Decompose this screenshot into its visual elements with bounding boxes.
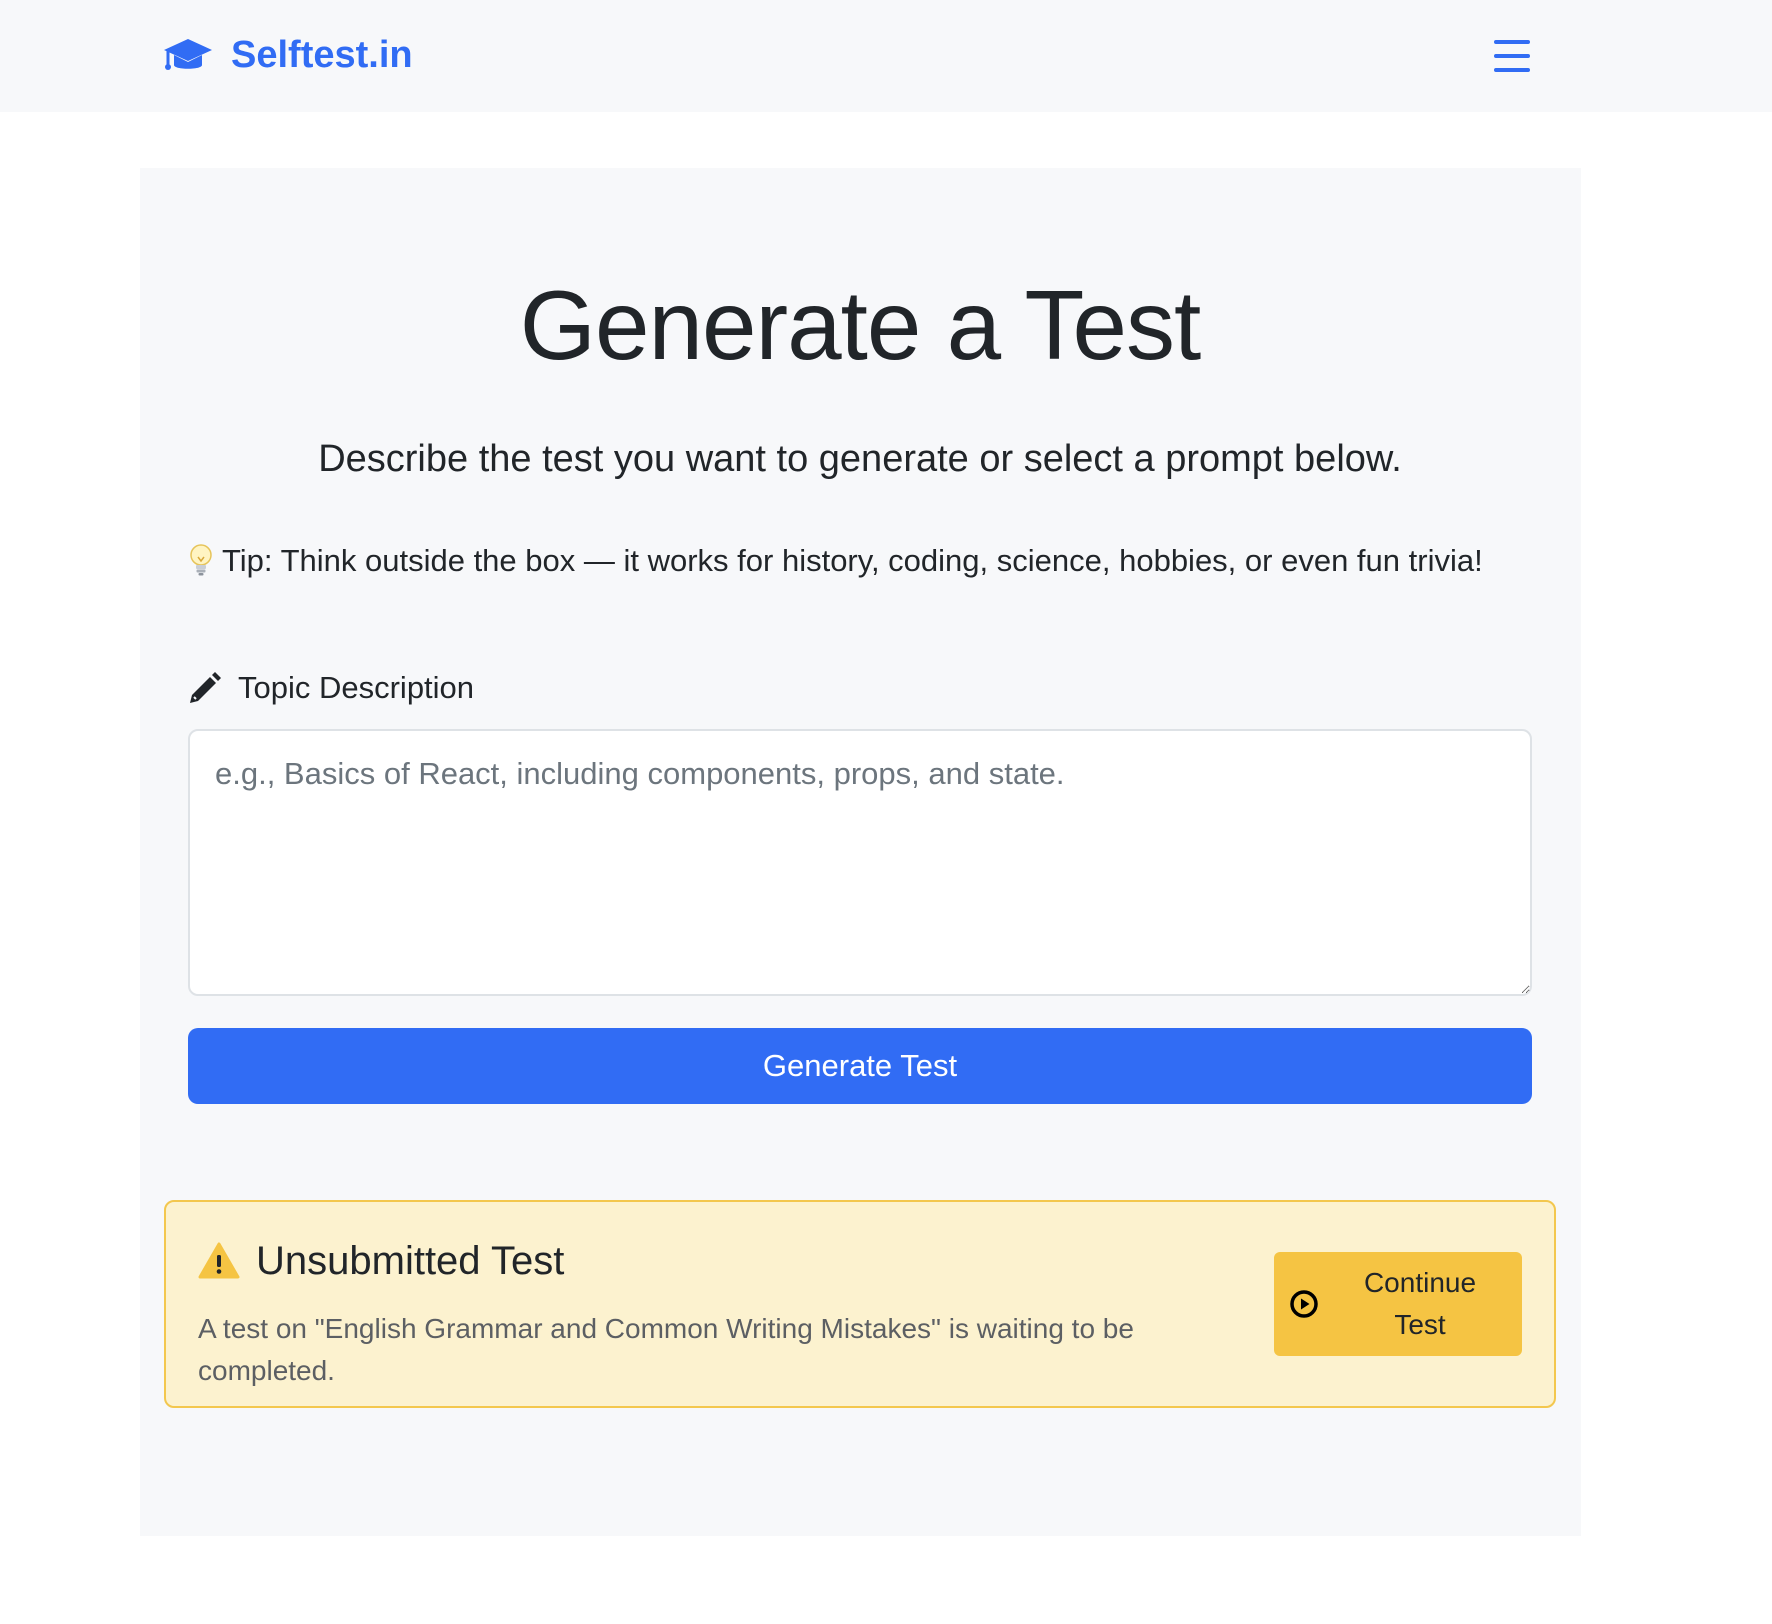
brand-name: Selftest.in: [231, 34, 413, 76]
topic-description-input[interactable]: [188, 729, 1532, 996]
unsubmitted-test-alert: Unsubmitted Test A test on "English Gram…: [164, 1200, 1556, 1408]
alert-heading: Unsubmitted Test: [198, 1236, 564, 1286]
graduation-cap-icon: [164, 39, 212, 70]
page-lead: Describe the test you want to generate o…: [318, 438, 1402, 480]
alert-message: A test on "English Grammar and Common Wr…: [198, 1313, 1134, 1386]
hamburger-menu-icon-bar: [1494, 54, 1530, 58]
hamburger-menu-icon-bar: [1494, 40, 1530, 44]
continue-test-button[interactable]: Continue Test: [1274, 1252, 1522, 1356]
topic-description-label-text: Topic Description: [238, 670, 475, 705]
page-title: Generate a Test: [519, 270, 1202, 380]
navbar: Selftest.in: [0, 0, 1772, 112]
pencil-icon: [190, 672, 221, 703]
alert-heading-text: Unsubmitted Test: [256, 1239, 565, 1283]
brand-link[interactable]: Selftest.in: [163, 30, 413, 80]
tip-text: Tip: Think outside the box — it works fo…: [188, 537, 1528, 585]
hamburger-menu-button[interactable]: [1488, 36, 1536, 76]
play-circle-icon: [1290, 1290, 1318, 1318]
lightbulb-icon: [190, 544, 212, 576]
topic-description-label: Topic Description: [188, 664, 474, 712]
hamburger-menu-icon-bar: [1494, 68, 1530, 72]
continue-test-label: Continue Test: [1363, 1267, 1477, 1340]
tip-label: Tip: Think outside the box — it works fo…: [222, 543, 1483, 578]
generate-test-button[interactable]: Generate Test: [188, 1028, 1532, 1104]
warning-icon: [198, 1242, 240, 1279]
